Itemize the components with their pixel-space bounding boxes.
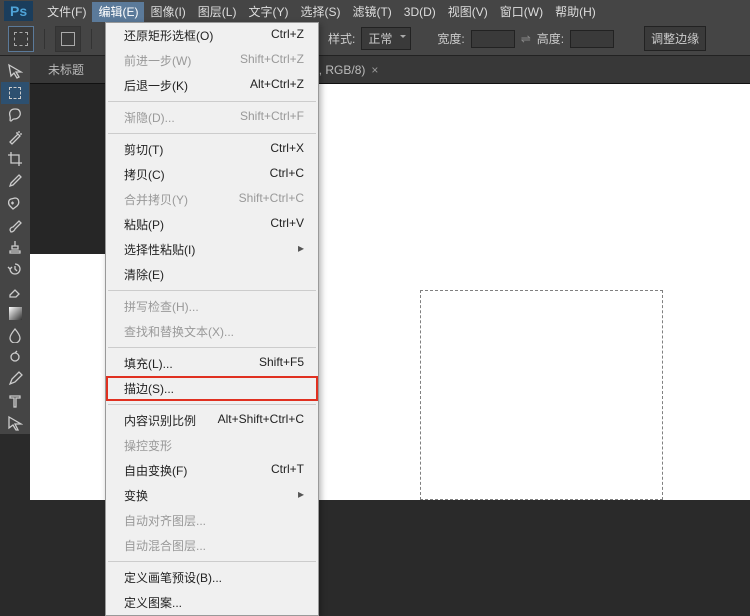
selection-mode-new[interactable] (55, 26, 81, 52)
menuitem-查找和替换文本X: 查找和替换文本(X)... (106, 319, 318, 344)
refine-edge-button[interactable]: 调整边缘 (644, 26, 706, 51)
menuitem-变换[interactable]: 变换▸ (106, 483, 318, 508)
path-select-tool[interactable] (1, 412, 29, 434)
eyedropper-tool[interactable] (1, 170, 29, 192)
lasso-tool[interactable] (1, 104, 29, 126)
magic-wand-tool[interactable] (1, 126, 29, 148)
menuitem-后退一步K[interactable]: 后退一步(K)Alt+Ctrl+Z (106, 73, 318, 98)
menuitem-清除E[interactable]: 清除(E) (106, 262, 318, 287)
gradient-tool[interactable] (1, 302, 29, 324)
brush-tool[interactable] (1, 214, 29, 236)
spot-heal-tool[interactable] (1, 192, 29, 214)
close-icon[interactable]: × (371, 63, 378, 77)
menuitem-定义图案[interactable]: 定义图案... (106, 590, 318, 615)
menuitem-渐隐D: 渐隐(D)...Shift+Ctrl+F (106, 105, 318, 130)
menuitem-自动混合图层: 自动混合图层... (106, 533, 318, 558)
type-tool[interactable] (1, 390, 29, 412)
blur-tool[interactable] (1, 324, 29, 346)
toolbox (0, 56, 30, 434)
menuitem-拼写检查H: 拼写检查(H)... (106, 294, 318, 319)
height-label: 高度: (537, 30, 564, 47)
menuitem-合并拷贝Y: 合并拷贝(Y)Shift+Ctrl+C (106, 187, 318, 212)
menu-文件[interactable]: 文件(F) (41, 2, 92, 22)
menuitem-前进一步W: 前进一步(W)Shift+Ctrl+Z (106, 48, 318, 73)
menuitem-内容识别比例[interactable]: 内容识别比例Alt+Shift+Ctrl+C (106, 408, 318, 433)
menuitem-填充L[interactable]: 填充(L)...Shift+F5 (106, 351, 318, 376)
document-tab-1[interactable]: 未标题 (40, 57, 92, 82)
menu-文字[interactable]: 文字(Y) (242, 2, 294, 22)
menuitem-操控变形: 操控变形 (106, 433, 318, 458)
menuitem-自由变换F[interactable]: 自由变换(F)Ctrl+T (106, 458, 318, 483)
menuitem-描边S[interactable]: 描边(S)... (106, 376, 318, 401)
swap-icon[interactable]: ⇌ (521, 32, 531, 46)
menu-选择[interactable]: 选择(S) (294, 2, 346, 22)
move-tool[interactable] (1, 60, 29, 82)
menu-编辑[interactable]: 编辑(E) (92, 2, 144, 22)
dodge-tool[interactable] (1, 346, 29, 368)
menu-图像[interactable]: 图像(I) (144, 2, 191, 22)
menu-图层[interactable]: 图层(L) (192, 2, 243, 22)
pen-tool[interactable] (1, 368, 29, 390)
menuitem-粘贴P[interactable]: 粘贴(P)Ctrl+V (106, 212, 318, 237)
menuitem-选择性粘贴I[interactable]: 选择性粘贴(I)▸ (106, 237, 318, 262)
marquee-selection (420, 290, 663, 500)
crop-tool[interactable] (1, 148, 29, 170)
menu-滤镜[interactable]: 滤镜(T) (346, 2, 397, 22)
height-input[interactable] (570, 30, 614, 48)
marquee-tool[interactable] (1, 82, 29, 104)
style-label: 样式: (328, 30, 355, 47)
menuitem-剪切T[interactable]: 剪切(T)Ctrl+X (106, 137, 318, 162)
width-label: 宽度: (437, 30, 464, 47)
menuitem-自动对齐图层: 自动对齐图层... (106, 508, 318, 533)
active-tool-icon[interactable] (8, 26, 34, 52)
app-logo: Ps (4, 1, 33, 21)
menu-窗口[interactable]: 窗口(W) (494, 2, 549, 22)
menu-3d[interactable]: 3D(D) (398, 2, 442, 22)
menuitem-定义画笔预设B[interactable]: 定义画笔预设(B)... (106, 565, 318, 590)
eraser-tool[interactable] (1, 280, 29, 302)
edit-menu-dropdown: 还原矩形选框(O)Ctrl+Z前进一步(W)Shift+Ctrl+Z后退一步(K… (105, 22, 319, 616)
width-input[interactable] (471, 30, 515, 48)
history-brush-tool[interactable] (1, 258, 29, 280)
menu-视图[interactable]: 视图(V) (442, 2, 494, 22)
menuitem-拷贝C[interactable]: 拷贝(C)Ctrl+C (106, 162, 318, 187)
menuitem-还原矩形选框O[interactable]: 还原矩形选框(O)Ctrl+Z (106, 23, 318, 48)
style-select[interactable]: 正常 (361, 27, 411, 50)
clone-stamp-tool[interactable] (1, 236, 29, 258)
menu-帮助[interactable]: 帮助(H) (549, 2, 602, 22)
